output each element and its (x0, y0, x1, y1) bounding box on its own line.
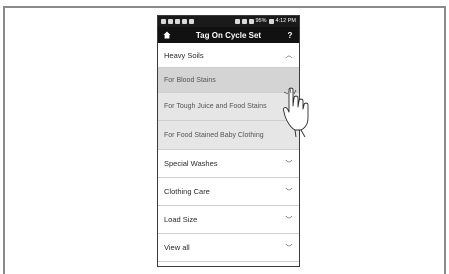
wifi-icon (241, 19, 247, 24)
notification-icon (161, 19, 166, 24)
clock: 4:12 PM (275, 18, 296, 24)
battery-icon (268, 19, 274, 24)
category-label: Special Washes (164, 159, 218, 168)
tap-hand-icon (283, 87, 309, 138)
app-header: Tag On Cycle Set ? (158, 27, 299, 43)
phone-screen: 95% 4:12 PM Tag On Cycle Set ? Heavy Soi… (157, 15, 300, 267)
category-view-all[interactable]: View all ﹀ (158, 234, 299, 262)
category-label: Load Size (164, 215, 198, 224)
chevron-down-icon: ﹀ (285, 244, 293, 252)
battery-level: 95% (255, 18, 267, 24)
notification-icon (168, 19, 173, 24)
subitem-label: For Tough Juice and Food Stains (164, 103, 267, 110)
category-label: Clothing Care (164, 187, 210, 196)
category-heavy-soils[interactable]: Heavy Soils ︿ (158, 43, 299, 68)
page-title: Tag On Cycle Set (195, 30, 262, 40)
subitem-for-food-stained-baby-clothing[interactable]: For Food Stained Baby Clothing (158, 121, 299, 150)
home-button[interactable] (162, 31, 172, 39)
status-bar: 95% 4:12 PM (158, 16, 299, 27)
chevron-down-icon: ﹀ (285, 216, 293, 224)
category-special-washes[interactable]: Special Washes ﹀ (158, 150, 299, 178)
bluetooth-icon (234, 19, 240, 24)
chevron-down-icon: ﹀ (285, 160, 293, 168)
category-label: View all (164, 243, 190, 252)
subitem-label: For Food Stained Baby Clothing (164, 131, 264, 139)
category-load-size[interactable]: Load Size ﹀ (158, 206, 299, 234)
notification-icon (189, 19, 194, 24)
cycle-category-list: Heavy Soils ︿ For Blood Stains For Tough… (158, 43, 299, 262)
subitem-label: For Blood Stains (164, 76, 216, 84)
subitem-for-blood-stains[interactable]: For Blood Stains (158, 68, 299, 93)
chevron-down-icon: ﹀ (285, 188, 293, 196)
notification-icon (175, 19, 180, 24)
chevron-up-icon: ︿ (285, 52, 293, 59)
subitem-for-tough-juice-and-food-stains[interactable]: For Tough Juice and Food Stains (158, 93, 299, 121)
signal-icon (248, 19, 254, 24)
category-label: Heavy Soils (164, 50, 204, 60)
notification-icon (182, 19, 187, 24)
help-button[interactable]: ? (285, 31, 295, 40)
home-icon (163, 31, 171, 39)
category-clothing-care[interactable]: Clothing Care ﹀ (158, 178, 299, 206)
